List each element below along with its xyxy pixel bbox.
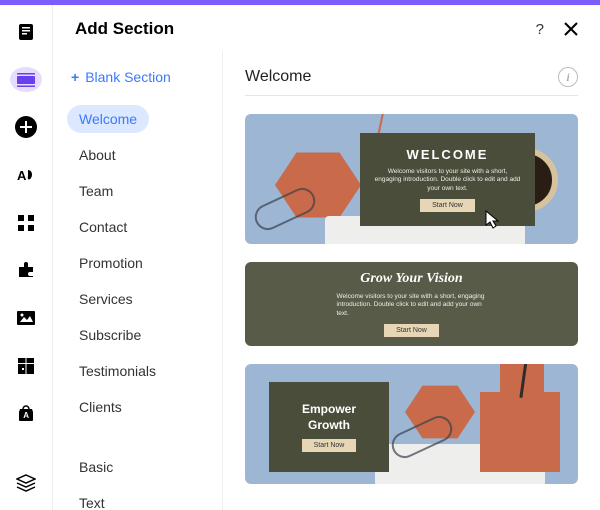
rail-add-icon[interactable] [10,114,42,140]
left-rail: A A [0,5,52,510]
svg-text:A: A [23,411,29,420]
cat-item-promotion[interactable]: Promotion [67,249,155,277]
rail-sections-icon[interactable] [10,67,42,93]
blank-section-label: Blank Section [85,69,171,85]
cat-item-subscribe[interactable]: Subscribe [67,321,153,349]
cat-item-contact[interactable]: Contact [67,213,139,241]
rail-store-icon[interactable]: A [10,401,42,427]
content-header: Welcome i [245,67,578,96]
template-1-title: WELCOME [407,147,489,162]
close-icon[interactable] [564,22,578,36]
template-card-1[interactable]: WELCOME Welcome visitors to your site wi… [245,114,578,244]
template-2-button: Start Now [384,324,439,337]
panel-title: Add Section [75,19,174,39]
rail-apps-icon[interactable] [10,210,42,236]
add-section-panel: Add Section ? + Blank Section Welcome Ab… [52,5,600,510]
template-card-3[interactable]: Empower Growth Start Now [245,364,578,484]
blank-section-button[interactable]: + Blank Section [67,63,212,89]
rail-theme-icon[interactable]: A [10,162,42,188]
cat-item-welcome[interactable]: Welcome [67,105,149,133]
cat-item-team[interactable]: Team [67,177,125,205]
template-3-overlay: Empower Growth Start Now [269,382,389,472]
panel-header: Add Section ? [53,5,600,51]
template-3-title: Empower Growth [283,402,375,433]
plus-icon: + [71,69,79,85]
cat-item-text[interactable]: Text [67,489,117,510]
cat-item-basic[interactable]: Basic [67,453,125,481]
template-card-2[interactable]: Grow Your Vision Welcome visitors to you… [245,262,578,346]
templates-content: Welcome i WELCOME Welcome visitors to yo [223,51,600,510]
category-list: + Blank Section Welcome About Team Conta… [53,51,223,510]
cat-item-services[interactable]: Services [67,285,145,313]
template-2-desc: Welcome visitors to your site with a sho… [337,293,487,318]
template-1-overlay: WELCOME Welcome visitors to your site wi… [360,133,535,226]
rail-pages-icon[interactable] [10,19,42,45]
rail-data-icon[interactable] [10,353,42,379]
cat-item-clients[interactable]: Clients [67,393,134,421]
template-2-title: Grow Your Vision [360,271,462,287]
template-3-button: Start Now [302,439,357,452]
rail-media-icon[interactable] [10,305,42,331]
template-1-button: Start Now [420,199,475,212]
cat-item-testimonials[interactable]: Testimonials [67,357,168,385]
rail-layers-icon[interactable] [10,470,42,496]
cat-item-about[interactable]: About [67,141,128,169]
rail-plugins-icon[interactable] [10,258,42,284]
template-1-desc: Welcome visitors to your site with a sho… [374,168,521,193]
help-icon[interactable]: ? [536,21,544,38]
svg-text:A: A [17,168,27,183]
info-icon[interactable]: i [558,67,578,87]
content-title: Welcome [245,68,311,86]
